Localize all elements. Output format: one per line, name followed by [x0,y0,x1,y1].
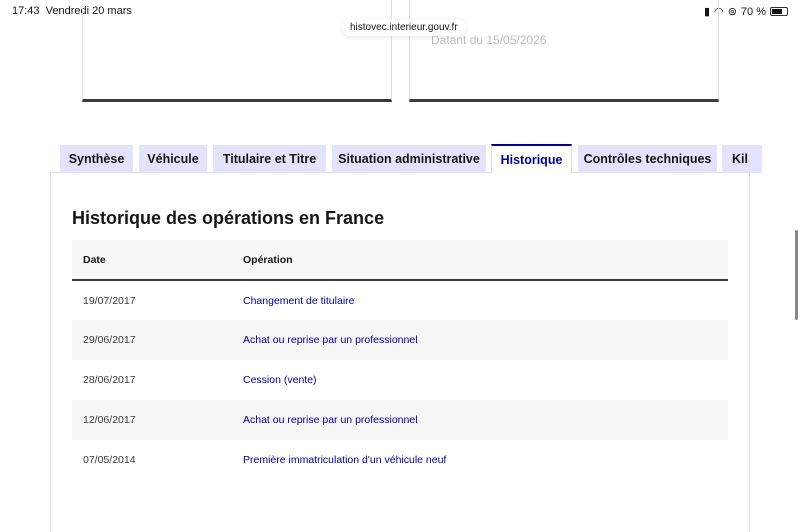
operation-link[interactable]: Changement de titulaire [232,280,728,320]
info-card [82,0,392,102]
tab-bar: Synthèse Véhicule Titulaire et Titre Sit… [0,144,800,173]
date-cell: 19/07/2017 [83,294,136,307]
header-date: Date [72,240,232,281]
tab-historique[interactable]: Historique [491,144,572,173]
section-title: Historique des opérations en France [72,208,385,228]
operation-link[interactable]: Première immatriculation d'un véhicule n… [232,440,728,480]
url-bar[interactable]: histovec.interieur.gouv.fr [342,19,466,36]
tab-kilometrage[interactable]: Kil [722,145,762,173]
info-card [409,0,719,102]
date-cell: 29/06/2017 [72,320,232,360]
lock-rotation-icon: ⊚ [727,6,737,18]
table-row: 07/05/2014 Première immatriculation d'un … [72,440,728,480]
history-table: Date Opération 19/07/2017 Changement de ti… [72,240,728,480]
tab-vehicule[interactable]: Véhicule [139,145,207,173]
tab-controles[interactable]: Contrôles techniques [578,145,717,173]
table-row: 19/07/2017 Changement de titulaire [72,280,728,320]
operation-link[interactable]: Achat ou reprise par un professionnel [232,400,728,440]
date-cell: 07/05/2014 [83,454,136,466]
tab-titulaire[interactable]: Titulaire et Titre [213,145,326,173]
operation-link[interactable]: Cession (vente) [232,360,728,400]
table-row: 29/06/2017 Achat ou reprise par un profes… [72,320,728,360]
tab-situation[interactable]: Situation administrative [332,145,486,173]
header-operation: Opération [232,240,728,281]
battery-icon [770,7,788,16]
date-cell: 28/06/2017 [83,374,136,386]
table-row: 12/06/2017 Achat ou reprise par un profes… [72,400,728,440]
operation-link[interactable]: Achat ou reprise par un professionnel [232,320,728,360]
tab-synthese[interactable]: Synthèse [60,145,133,173]
table-row: 28/06/2017 Cession (vente) [72,360,728,400]
date-cell: 12/06/2017 [72,400,232,440]
scrollbar[interactable] [795,230,798,320]
